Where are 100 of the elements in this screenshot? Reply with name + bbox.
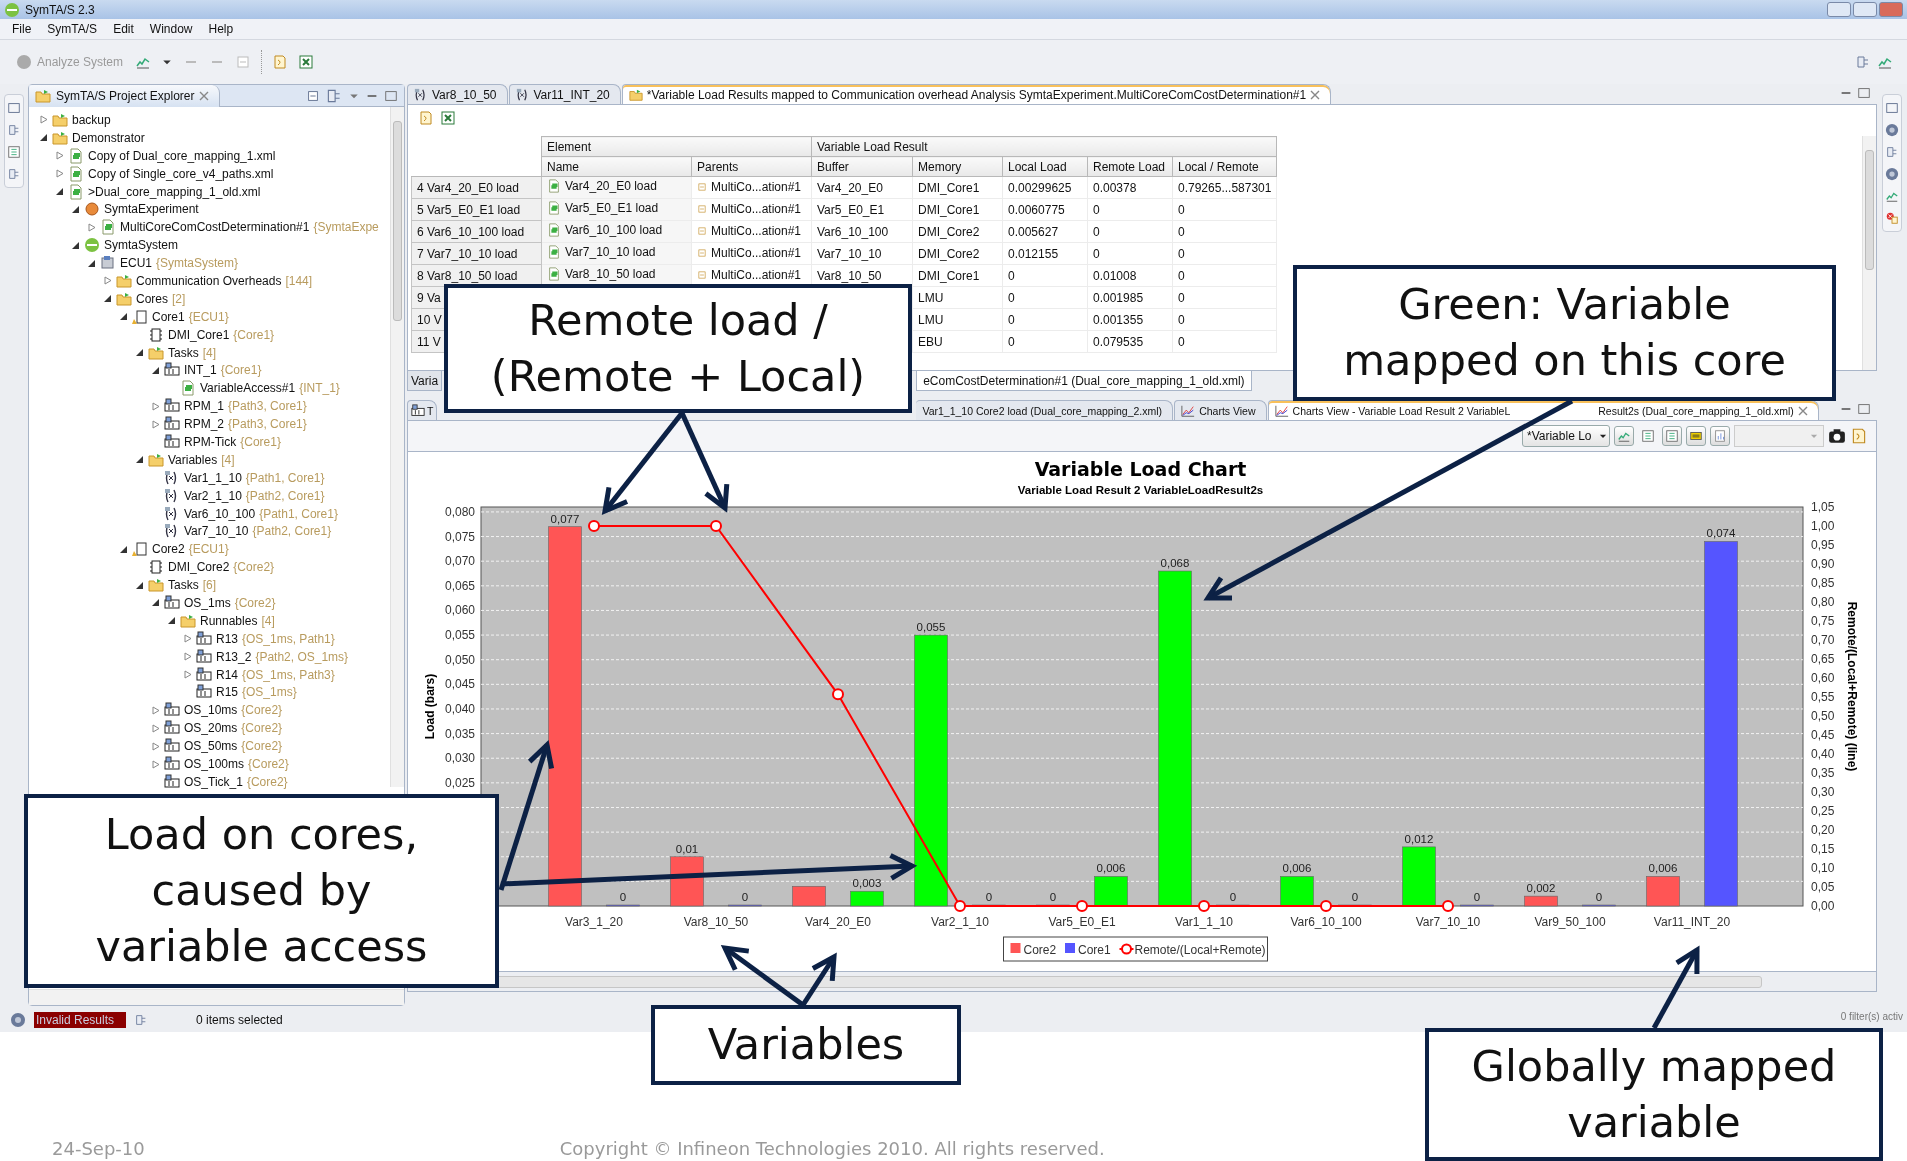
axis-title: Load (bars) [423,673,437,740]
axis-category-label: Var3_1_20 [565,915,623,929]
table-cell: MultiCo...ation#1 [711,268,802,282]
axis-tick-label: 0,045 [444,677,475,692]
window-title: SymTA/S 2.3 [25,2,95,17]
callout: Remote load / (Remote + Local) [444,284,912,413]
tree-item-annotation: {OS_1ms, Path1} [242,631,335,646]
axis-tick-label: 0,90 [1811,557,1835,571]
axis-category-label: Var1_1_10 [1175,915,1233,929]
tree-item-annotation: {ECU1} [188,309,229,324]
axis-category-label: Var5_E0_E1 [1048,915,1116,929]
tree-item-annotation: {Core2} [241,703,283,718]
data-label: 0 [741,891,749,903]
row-header: 6 Var6_10_100 load [411,220,542,243]
tree-item-annotation: {Path3, Core1} [228,417,307,432]
tree-item-annotation: {Core1} [240,434,281,449]
axis-category-label: Var11_INT_20 [1653,915,1731,929]
axis-category-label: Var2_1_10 [931,915,989,929]
axis-category-label: Var4_20_E0 [805,915,871,929]
axis-tick-label: 0,45 [1811,728,1835,742]
axis-tick-label: 0,95 [1811,538,1835,552]
data-label: 0,003 [852,877,882,890]
data-label: 0,002 [1526,882,1556,895]
tree-item-annotation: {Core2} [246,774,288,789]
axis-tick-label: 0,080 [444,504,475,519]
chart-title: Variable Load Chart [1034,458,1247,480]
tree-item-annotation: [4] [261,613,275,628]
data-label: 0,006 [1648,862,1678,875]
tree-item-annotation: {OS_1ms, Path3} [242,667,335,682]
tree-item-annotation: {SymtaSystem} [156,256,239,271]
data-label: 0,012 [1404,832,1434,845]
axis-category-label: Var8_10_50 [683,915,749,929]
callout: Load on cores, caused by variable access [24,794,499,988]
axis-tick-label: 0,055 [444,628,475,643]
axis-tick-label: 0,55 [1811,690,1835,704]
axis-title: Remote/(Local+Remote) (line) [1845,601,1859,772]
axis-tick-label: 0,050 [444,652,475,667]
data-label: 0,077 [550,512,580,525]
legend-label: Core1 [1078,943,1111,957]
tree-item-annotation: [4] [202,345,217,360]
data-label: 0 [1595,891,1603,903]
axis-category-label: Var9_50_100 [1534,915,1606,929]
axis-tick-label: 0,70 [1811,633,1835,647]
tree-item-annotation: {Core1} [233,327,275,342]
axis-tick-label: 0,00 [1811,899,1835,913]
tree-item-annotation: {Path2, Core1} [245,488,325,503]
status-text: 0 items selected [196,1013,283,1027]
tree-item-annotation: {Core2} [234,596,276,610]
axis-tick-label: 0,60 [1811,671,1835,685]
tree-item-annotation: [6] [202,578,217,593]
tree-item-annotation: {ECU1} [188,542,229,557]
data-label: 0,055 [916,621,946,634]
slide-copyright: Copyright © Infineon Technologies 2010. All rights reserved. [559,1138,1105,1159]
axis-tick-label: 1,05 [1811,500,1835,514]
axis-tick-label: 0,75 [1811,614,1835,628]
table-cell: Var7_10_10 load [565,245,656,259]
data-label: 0 [985,891,993,903]
tree-item-annotation: {Core2} [241,721,283,736]
data-label: 0,074 [1706,527,1736,540]
axis-tick-label: 0,065 [444,578,475,593]
axis-tick-label: 0,05 [1811,880,1835,894]
legend-label: Core2 [1023,943,1057,957]
tree-item-annotation: {INT_1} [299,381,340,396]
data-label: 0 [1351,891,1359,903]
tree-item-annotation: {Core1} [220,363,262,378]
axis-tick-label: 0,070 [444,554,475,569]
table-cell: Var8_10_50 load [565,267,656,281]
tree-item-annotation: {Core2} [233,560,275,575]
axis-tick-label: 0,075 [444,529,475,544]
axis-tick-label: 0,060 [444,603,475,618]
tree-item-annotation: {SymtaExpe [313,220,379,235]
axis-category-label: Var7_10_10 [1415,915,1481,929]
table-cell: MultiCo...ation#1 [711,224,802,238]
tree-item-annotation: [2] [172,291,186,306]
axis-tick-label: 0,040 [444,701,475,716]
callout: Globally mapped variable [1425,1028,1883,1161]
tree-item-annotation: {Path2, OS_1ms} [255,649,349,664]
tree-item-annotation: {Path3, Core1} [228,399,307,414]
axis-tick-label: 0,40 [1811,747,1835,761]
table-cell: MultiCo...ation#1 [711,202,802,216]
column-group-header: Element [541,136,812,157]
tree-item-annotation: {OS_1ms} [242,685,297,700]
data-label: 0,01 [675,842,699,855]
axis-tick-label: 0,50 [1811,709,1835,723]
axis-tick-label: 0,20 [1811,823,1835,837]
axis-tick-label: 0,65 [1811,652,1835,666]
table-cell: Var6_10_100 load [565,223,663,237]
data-label: 0 [619,891,627,903]
callout: Green: Variable mapped on this core [1293,265,1836,401]
status-text: 0 filter(s) activ [1840,1010,1903,1022]
tree-item-annotation: [4] [221,452,235,467]
axis-tick-label: 1,00 [1811,519,1835,533]
axis-tick-label: 0,30 [1811,785,1835,799]
slide-date: 24-Sep-10 [52,1138,145,1159]
axis-tick-label: 0,10 [1811,861,1835,875]
data-label: 0 [1229,891,1237,903]
data-label: 0,006 [1282,862,1312,875]
table-cell: MultiCo...ation#1 [711,180,802,194]
tree-item-annotation: {Core2} [248,757,289,771]
axis-tick-label: 0,25 [1811,804,1835,818]
